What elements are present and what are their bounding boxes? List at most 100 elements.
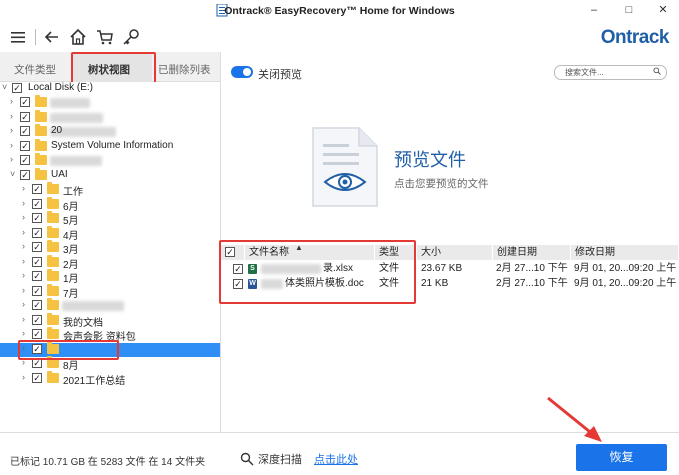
tree-item[interactable]: › ✓ (0, 95, 220, 110)
chevron-right-icon[interactable]: › (22, 227, 25, 237)
chevron-right-icon[interactable]: › (10, 111, 13, 121)
chevron-right-icon[interactable]: › (22, 314, 25, 324)
chevron-right-icon[interactable]: › (22, 285, 25, 295)
folder-icon (47, 196, 59, 209)
chevron-right-icon[interactable]: › (22, 270, 25, 280)
folder-icon (35, 167, 47, 180)
folder-icon (47, 254, 59, 267)
chevron-right-icon[interactable]: › (22, 183, 25, 193)
tree-item[interactable]: › ✓ 2月 (0, 254, 220, 271)
chevron-right-icon[interactable]: › (10, 154, 13, 164)
checkbox[interactable]: ✓ (32, 184, 42, 194)
search-icon[interactable] (653, 67, 661, 75)
tree-item[interactable]: › ✓ 3月 (0, 240, 220, 256)
checkbox[interactable]: ✓ (32, 256, 42, 267)
folder-icon (47, 240, 59, 252)
maximize-button[interactable]: □ (619, 2, 639, 18)
checkbox[interactable]: ✓ (20, 140, 30, 151)
recover-button[interactable]: 恢复 (576, 444, 667, 471)
preview-toggle[interactable] (231, 66, 253, 78)
tree-item-label: 7月 (63, 288, 79, 300)
tree-item-label: 20 (51, 125, 63, 136)
column-header-created[interactable]: 创建日期 (493, 245, 571, 260)
redacted-label (62, 301, 124, 311)
menu-icon[interactable] (8, 27, 28, 47)
back-arrow-icon[interactable] (42, 27, 62, 47)
chevron-right-icon[interactable]: › (10, 96, 13, 106)
deep-scan-link[interactable]: 点击此处 (314, 451, 358, 467)
chevron-right-icon[interactable]: › (22, 212, 25, 222)
file-size: 21 KB (421, 278, 449, 289)
checkbox[interactable]: ✓ (32, 314, 42, 325)
checkbox[interactable]: ✓ (32, 372, 42, 383)
chevron-down-icon[interactable]: ˅ (2, 82, 7, 92)
tree-item[interactable]: › ✓ 6月 (0, 196, 220, 213)
tree-item[interactable]: › ✓ 我的文档 (0, 312, 220, 329)
cart-icon[interactable] (95, 27, 115, 47)
tree-item-label: 5月 (63, 216, 79, 227)
checkbox[interactable]: ✓ (20, 97, 30, 107)
checkbox[interactable]: ✓ (12, 83, 22, 93)
chevron-right-icon[interactable]: › (10, 125, 13, 135)
checkbox[interactable]: ✓ (20, 155, 30, 165)
tab-deleted-list[interactable]: 已删除列表 (158, 62, 211, 77)
chevron-right-icon[interactable]: › (22, 328, 25, 338)
file-modified: 9月 01, 20...09:20 上午 (574, 278, 677, 289)
checkbox[interactable]: ✓ (32, 271, 42, 281)
chevron-right-icon[interactable]: › (22, 198, 25, 208)
checkbox[interactable]: ✓ (32, 358, 42, 368)
deep-scan-search-icon (240, 452, 254, 466)
checkbox[interactable]: ✓ (32, 227, 42, 238)
folder-icon (47, 211, 59, 223)
folder-icon (47, 356, 59, 368)
chevron-down-icon[interactable]: ˅ (10, 169, 15, 179)
tree-item[interactable]: › ✓ (0, 298, 220, 313)
tree-item[interactable]: › ✓ 5月 (0, 211, 220, 227)
toolbar (0, 22, 679, 52)
tree-item[interactable]: › ✓ 工作 (0, 182, 220, 198)
tree-item-label: 6月 (63, 201, 79, 213)
tree-item[interactable]: › ✓ 20 (0, 124, 220, 139)
checkbox[interactable]: ✓ (32, 300, 42, 310)
tree-item[interactable]: › ✓ (0, 109, 220, 125)
tree-item-label: UAI (51, 168, 68, 180)
chevron-right-icon[interactable]: › (22, 372, 25, 382)
redacted-label (50, 156, 102, 166)
column-header-size[interactable]: 大小 (417, 245, 493, 260)
checkbox[interactable]: ✓ (32, 285, 42, 296)
highlight-box-tab (71, 52, 156, 86)
tree-item[interactable]: › ✓ 4月 (0, 225, 220, 242)
home-icon[interactable] (68, 27, 88, 47)
tree-item-label: 2月 (63, 259, 79, 271)
chevron-right-icon[interactable]: › (22, 241, 25, 251)
close-button[interactable]: ✕ (653, 2, 673, 18)
chevron-right-icon[interactable]: › (10, 140, 13, 150)
tree-item[interactable]: › ✓ 2021工作总结 (0, 370, 220, 387)
tree-item[interactable]: ˅ ✓ UAI (0, 167, 220, 183)
tab-file-type[interactable]: 文件类型 (14, 62, 56, 77)
minimize-button[interactable]: – (584, 2, 604, 18)
checkbox[interactable]: ✓ (32, 329, 42, 339)
preview-subtitle: 点击您要预览的文件 (394, 178, 489, 190)
window-title: Ontrack® EasyRecovery™ Home for Windows (224, 5, 455, 17)
checkbox[interactable]: ✓ (32, 242, 42, 252)
checkbox[interactable]: ✓ (20, 111, 30, 122)
tree-item[interactable]: › ✓ 7月 (0, 283, 220, 300)
highlight-box-files (219, 240, 416, 304)
folder-icon (47, 327, 59, 339)
checkbox[interactable]: ✓ (20, 126, 30, 136)
checkbox[interactable]: ✓ (20, 169, 30, 180)
tree-item[interactable]: › ✓ System Volume Information (0, 138, 220, 154)
tree-root[interactable]: ˅ ✓ Local Disk (E:) (0, 82, 220, 96)
checkbox[interactable]: ✓ (32, 213, 42, 223)
tree-item-label: 工作 (63, 187, 83, 198)
tree-item[interactable]: › ✓ (0, 153, 220, 168)
key-icon[interactable] (121, 27, 141, 47)
search-input[interactable]: 搜索文件... (554, 65, 667, 80)
chevron-right-icon[interactable]: › (22, 299, 25, 309)
column-header-modified[interactable]: 修改日期 (571, 245, 679, 260)
chevron-right-icon[interactable]: › (22, 256, 25, 266)
preview-toggle-label: 关闭预览 (258, 69, 302, 81)
tree-item[interactable]: › ✓ 1月 (0, 269, 220, 285)
checkbox[interactable]: ✓ (32, 198, 42, 209)
